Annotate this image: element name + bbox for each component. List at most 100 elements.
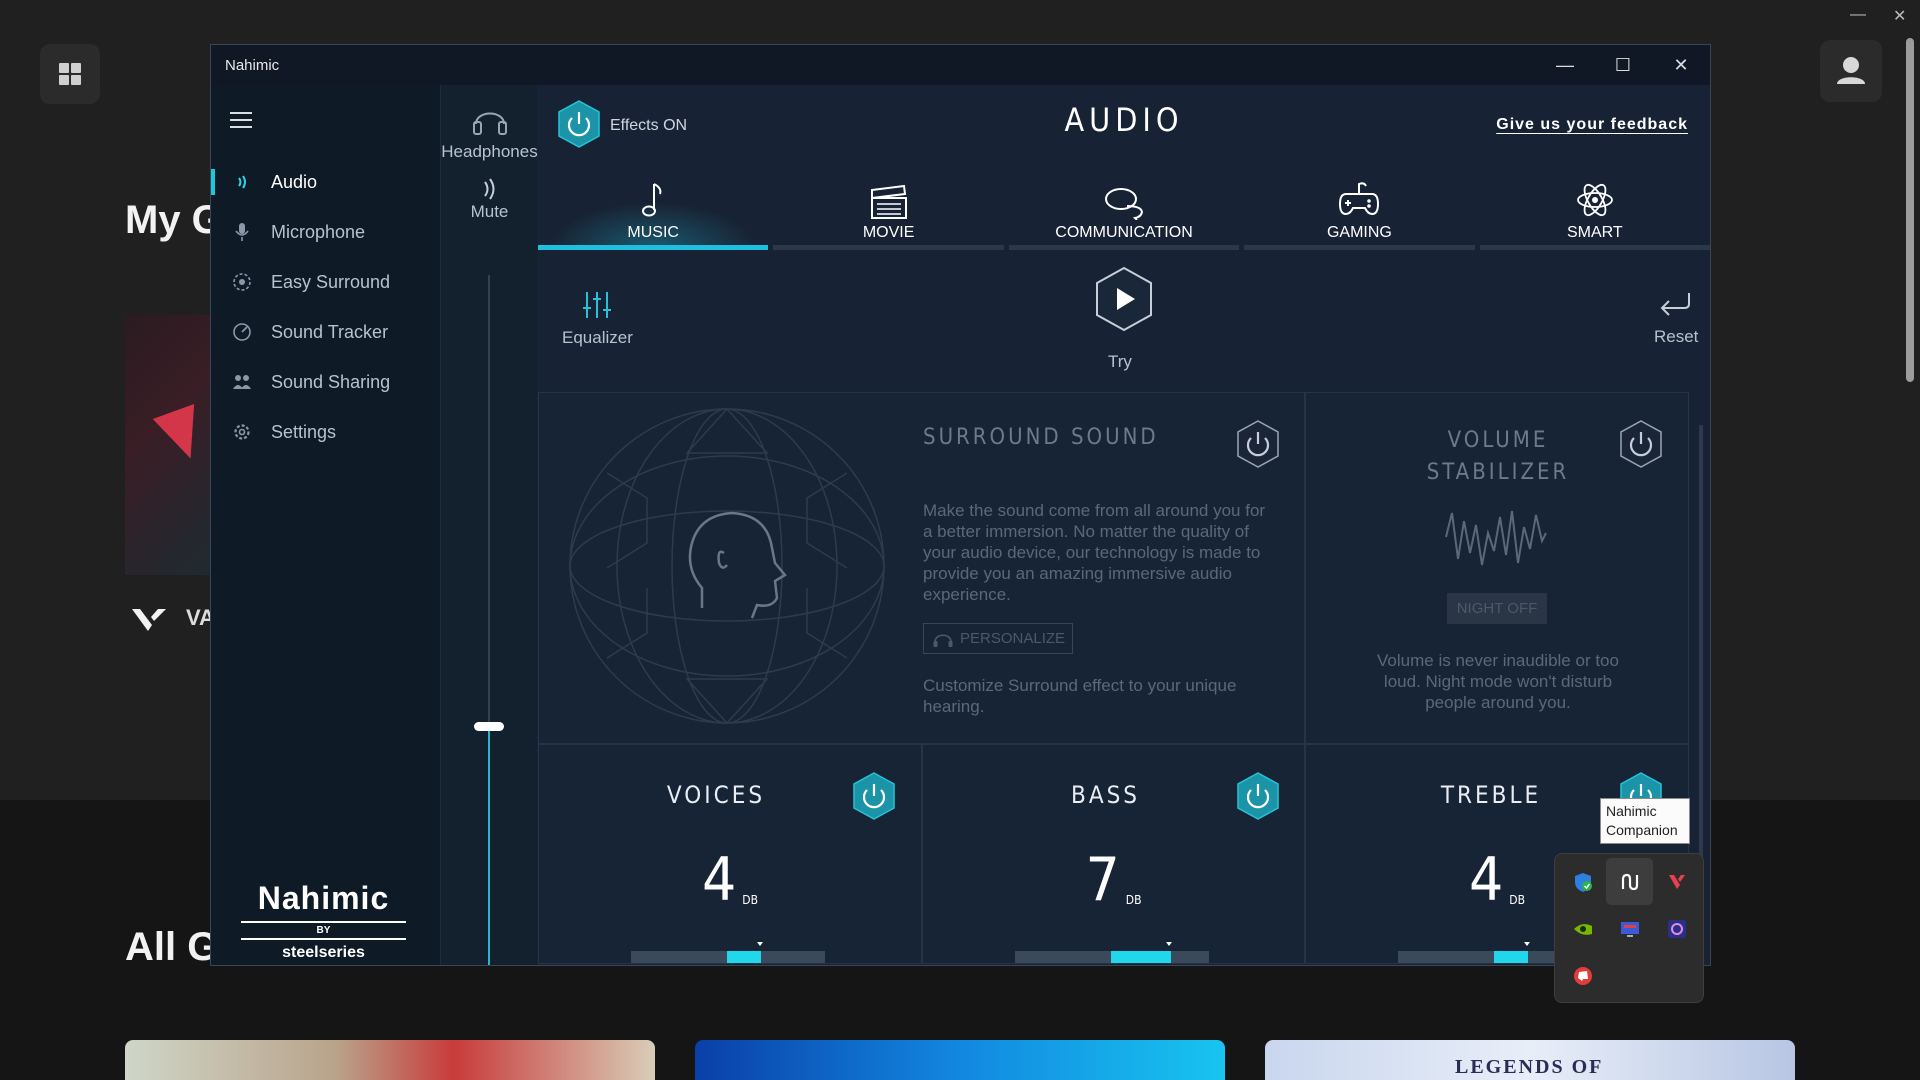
- headphones-small-icon: [933, 633, 953, 647]
- sidebar-item-label: Sound Tracker: [271, 321, 389, 342]
- tool-row: Equalizer Try Reset: [538, 250, 1710, 392]
- logo-by: BY: [316, 925, 331, 936]
- sidebar-item-settings[interactable]: Settings: [211, 407, 440, 457]
- personalize-label: PERSONALIZE: [960, 630, 1066, 647]
- sharing-icon: [231, 371, 253, 393]
- tooltip-line1: Nahimic: [1606, 803, 1657, 819]
- profile-tabs: MUSIC MOVIE COMMUNICATION GAMING SMART: [538, 160, 1711, 250]
- launcher-game-art[interactable]: [125, 315, 215, 575]
- sidebar-nav: Audio Microphone Easy Surround Sound Tra…: [211, 157, 440, 457]
- hamburger-menu-icon[interactable]: [230, 112, 252, 133]
- tab-music[interactable]: MUSIC: [538, 160, 769, 250]
- tab-label: MOVIE: [862, 224, 915, 241]
- eq-value-number: 4: [701, 845, 737, 915]
- nahimic-window: Nahimic — ☐ ✕ Audio Microphone Easy Surr…: [210, 44, 1711, 966]
- tray-nahimic-icon[interactable]: [1606, 858, 1653, 905]
- stabilizer-description: Volume is never inaudible or too loud. N…: [1377, 651, 1619, 712]
- eq-value-number: 7: [1085, 845, 1120, 915]
- logo-brand: steelseries: [282, 944, 365, 961]
- chat-bubbles-icon: [1105, 188, 1144, 220]
- equalizer-label[interactable]: Equalizer: [562, 328, 633, 348]
- launcher-user-button[interactable]: [1820, 40, 1882, 102]
- tray-nvidia-icon[interactable]: [1559, 905, 1606, 952]
- surround-customize-text: Customize Surround effect to your unique…: [923, 676, 1237, 716]
- eq-value-unit: DB: [1125, 893, 1142, 907]
- clapperboard-icon: [870, 184, 907, 219]
- volume-slider-fill: [488, 725, 490, 965]
- eq-slider[interactable]: [631, 942, 825, 963]
- surround-sphere-illustration: [569, 407, 885, 725]
- sidebar-item-microphone[interactable]: Microphone: [211, 207, 440, 257]
- music-note-icon: [642, 183, 662, 217]
- game-card-3-title: LEGENDS OF: [1455, 1056, 1604, 1078]
- tab-label: GAMING: [1326, 224, 1392, 241]
- headphones-icon[interactable]: [472, 102, 508, 136]
- grid-icon: [59, 63, 81, 85]
- eq-slider-fill[interactable]: [727, 951, 761, 963]
- feedback-link[interactable]: Give us your feedback: [1496, 116, 1688, 134]
- microphone-icon: [231, 221, 253, 243]
- voices-power-button[interactable]: [851, 771, 897, 821]
- game-card-1[interactable]: [125, 1040, 655, 1080]
- stabilizer-power-button[interactable]: [1618, 419, 1664, 469]
- launcher-heading-my: My G: [125, 198, 223, 242]
- eq-value: 7 DB: [923, 845, 1304, 915]
- night-mode-button[interactable]: NIGHT OFF: [1447, 593, 1547, 624]
- launcher-minimize-button[interactable]: —: [1850, 6, 1866, 24]
- eq-value-unit: DB: [742, 893, 759, 907]
- eq-slider-tick: [757, 942, 763, 946]
- surround-power-button[interactable]: [1235, 419, 1281, 469]
- tab-gaming[interactable]: GAMING: [1244, 160, 1475, 250]
- minimize-button[interactable]: —: [1536, 45, 1594, 85]
- sidebar-item-label: Audio: [271, 171, 318, 192]
- volume-slider-thumb[interactable]: [474, 722, 504, 731]
- game-card-2[interactable]: [695, 1040, 1225, 1080]
- radar-icon: [231, 321, 253, 343]
- mute-waves-icon[interactable]: [480, 177, 500, 201]
- tray-riot-icon[interactable]: [1559, 952, 1606, 999]
- sidebar-item-audio[interactable]: Audio: [211, 157, 440, 207]
- launcher-grid-button[interactable]: [40, 44, 100, 104]
- eq-slider-tick: [1524, 942, 1530, 946]
- sidebar-item-easy-surround[interactable]: Easy Surround: [211, 257, 440, 307]
- launcher-close-button[interactable]: ✕: [1893, 6, 1906, 26]
- tray-valorant-icon[interactable]: [1653, 858, 1700, 905]
- tray-app-icon[interactable]: [1653, 905, 1700, 952]
- surround-sound-panel: SURROUND SOUND Make the sound come from …: [538, 392, 1305, 744]
- sidebar-item-sound-tracker[interactable]: Sound Tracker: [211, 307, 440, 357]
- personalize-button[interactable]: PERSONALIZE: [923, 623, 1073, 654]
- bass-power-button[interactable]: [1235, 771, 1281, 821]
- close-button[interactable]: ✕: [1652, 45, 1710, 85]
- sidebar-item-label: Sound Sharing: [271, 371, 391, 392]
- tab-communication[interactable]: COMMUNICATION: [1008, 160, 1240, 250]
- window-title: Nahimic: [225, 56, 280, 74]
- launcher-heading-all: All G: [125, 925, 219, 969]
- tab-smart[interactable]: SMART: [1479, 160, 1711, 250]
- sidebar-item-sound-sharing[interactable]: Sound Sharing: [211, 357, 440, 407]
- eq-slider[interactable]: [1015, 942, 1209, 963]
- tab-movie[interactable]: MOVIE: [773, 160, 1004, 250]
- audio-waves-icon: [231, 171, 253, 193]
- gamepad-icon: [1339, 182, 1380, 216]
- eq-slider-fill[interactable]: [1494, 951, 1528, 963]
- surround-description: Make the sound come from all around you …: [923, 501, 1266, 604]
- eq-value-number: 4: [1468, 845, 1504, 915]
- launcher-scrollbar[interactable]: [1906, 38, 1914, 382]
- tooltip-line2: Companion: [1606, 822, 1678, 838]
- reset-icon[interactable]: [1658, 290, 1692, 318]
- eq-slider-tick: [1166, 942, 1172, 946]
- eq-value-unit: DB: [1509, 893, 1526, 907]
- try-play-button[interactable]: [1094, 266, 1154, 332]
- game-card-3[interactable]: LEGENDS OF: [1265, 1040, 1795, 1080]
- reset-label[interactable]: Reset: [1654, 327, 1698, 347]
- surround-icon: [231, 271, 253, 293]
- tray-security-icon[interactable]: [1559, 858, 1606, 905]
- maximize-button[interactable]: ☐: [1594, 45, 1652, 85]
- user-icon: [1837, 57, 1865, 84]
- mute-label: Mute: [470, 202, 509, 221]
- title-bar: Nahimic — ☐ ✕: [211, 45, 1710, 85]
- eq-slider-fill[interactable]: [1111, 951, 1171, 963]
- tray-display-icon[interactable]: [1606, 905, 1653, 952]
- equalizer-icon[interactable]: [582, 290, 612, 320]
- gear-icon: [231, 421, 253, 443]
